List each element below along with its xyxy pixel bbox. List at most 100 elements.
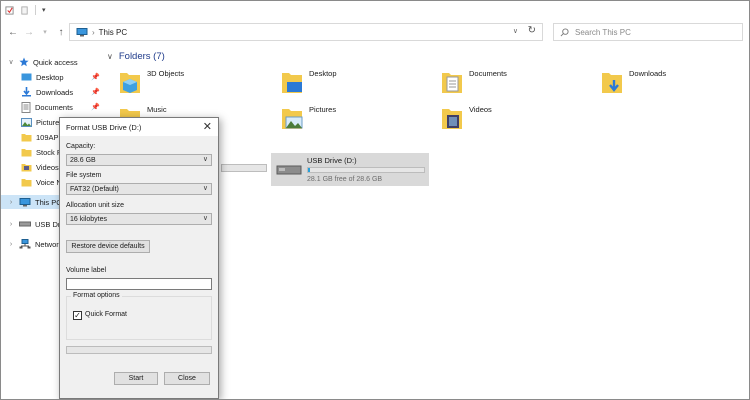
documents-folder-icon: [21, 101, 31, 113]
nav-label: Voice N: [36, 177, 62, 187]
restore-defaults-button[interactable]: Restore device defaults: [66, 240, 150, 253]
file-explorer-window: ▾ ← → ▾ ↑ › This PC ∨ ↻ Search This PC ∨…: [0, 0, 750, 400]
pictures-folder-icon: [21, 117, 32, 127]
properties-icon[interactable]: [5, 5, 14, 15]
network-icon: [19, 239, 31, 249]
quick-format-checkbox[interactable]: ✓: [73, 311, 82, 320]
capacity-value: 28.6 GB: [70, 156, 96, 164]
computer-icon: [19, 197, 31, 206]
customize-toolbar-icon[interactable]: ▾: [42, 6, 46, 14]
folder-downloads[interactable]: Downloads: [601, 69, 666, 99]
pin-icon: 📌: [91, 89, 100, 96]
computer-icon: [76, 27, 88, 36]
capacity-label: Capacity:: [66, 143, 96, 150]
folder-desktop[interactable]: Desktop: [281, 69, 337, 99]
dialog-title-bar: Format USB Drive (D:) ✕: [60, 118, 218, 136]
title-bar: ▾: [1, 1, 749, 19]
pictures-folder-icon: [282, 109, 303, 129]
usb-drive-icon: [276, 165, 302, 175]
divider: [35, 5, 36, 15]
volume-label-input[interactable]: [66, 278, 212, 290]
folder-3d-objects[interactable]: 3D Objects: [119, 69, 184, 99]
format-dialog: Format USB Drive (D:) ✕ Capacity: 28.6 G…: [59, 117, 219, 399]
usb-drive-tile[interactable]: USB Drive (D:) 28.1 GB free of 28.6 GB: [271, 153, 429, 186]
allocation-unit-select[interactable]: 16 kilobytes ∨: [66, 213, 212, 225]
refresh-icon[interactable]: ↻: [528, 25, 536, 36]
folder-name: Documents: [469, 69, 507, 78]
close-icon[interactable]: ✕: [203, 120, 212, 133]
nav-label: Desktop: [36, 72, 64, 82]
search-box[interactable]: Search This PC: [553, 23, 743, 41]
capacity-select[interactable]: 28.6 GB ∨: [66, 154, 212, 166]
nav-label: Downloads: [36, 87, 74, 97]
back-button[interactable]: ←: [5, 24, 21, 40]
folder-icon: [21, 133, 32, 141]
chevron-down-icon[interactable]: ∨: [107, 52, 113, 61]
nav-item-documents[interactable]: Documents 📌: [21, 100, 123, 114]
downloads-folder-icon: [22, 87, 31, 97]
allocation-unit-label: Allocation unit size: [66, 202, 124, 209]
drive-usage-fill: [308, 168, 310, 172]
folder-pictures[interactable]: Pictures: [281, 105, 336, 135]
videos-folder-icon: [21, 163, 32, 171]
folders-group-header[interactable]: ∨ Folders (7): [107, 51, 165, 62]
quick-format-label[interactable]: Quick Format: [85, 311, 127, 318]
nav-item-downloads[interactable]: Downloads 📌: [21, 85, 123, 99]
breadcrumb-this-pc[interactable]: This PC: [99, 28, 127, 37]
nav-item-desktop[interactable]: Desktop 📌: [21, 70, 123, 84]
close-button[interactable]: Close: [164, 372, 210, 385]
chevron-down-icon: ∨: [202, 156, 208, 163]
folder-name: Videos: [469, 105, 492, 114]
recent-locations-button[interactable]: ▾: [37, 24, 53, 40]
volume-label-label: Volume label: [66, 267, 107, 274]
videos-folder-icon: [442, 109, 462, 129]
star-icon: [19, 57, 29, 67]
folder-icon: [21, 178, 32, 186]
chevron-down-icon: ∨: [202, 185, 208, 192]
3d-objects-folder-icon: [120, 73, 140, 93]
pin-icon: 📌: [91, 104, 100, 111]
forward-button[interactable]: →: [21, 24, 37, 40]
drive-free-space: 28.1 GB free of 28.6 GB: [307, 176, 383, 183]
documents-folder-icon: [442, 73, 462, 93]
file-system-value: FAT32 (Default): [70, 185, 119, 193]
pin-icon: 📌: [91, 74, 100, 81]
chevron-right-icon[interactable]: ›: [7, 241, 15, 248]
address-dropdown-icon[interactable]: ∨: [513, 27, 518, 35]
chevron-right-icon[interactable]: ›: [7, 221, 15, 228]
downloads-folder-icon: [602, 73, 622, 93]
chevron-down-icon: ∨: [202, 215, 208, 222]
format-options-label: Format options: [71, 292, 122, 299]
folder-name: Desktop: [309, 69, 337, 78]
folder-name: Music: [147, 105, 167, 114]
nav-label: Stock P: [36, 147, 62, 157]
breadcrumb-separator: ›: [92, 27, 95, 37]
start-button[interactable]: Start: [114, 372, 158, 385]
folders-group-label: Folders (7): [118, 51, 165, 62]
nav-label: This PC: [35, 197, 62, 207]
folder-name: 3D Objects: [147, 69, 185, 78]
dialog-title: Format USB Drive (D:): [66, 122, 142, 132]
drive-name: USB Drive (D:): [307, 156, 357, 165]
address-row: ← → ▾ ↑ › This PC ∨ ↻ Search This PC: [1, 21, 749, 43]
folder-name: Downloads: [629, 69, 667, 78]
search-placeholder: Search This PC: [575, 27, 631, 37]
chevron-down-icon[interactable]: ∨: [7, 58, 15, 66]
nav-label: Documents: [35, 102, 73, 112]
desktop-folder-icon: [21, 73, 32, 80]
chevron-right-icon[interactable]: ›: [7, 199, 15, 206]
folder-icon: [21, 148, 32, 156]
nav-item-quick-access[interactable]: ∨ Quick access: [7, 55, 109, 69]
folder-documents[interactable]: Documents: [441, 69, 507, 99]
nav-label: Videos: [36, 162, 59, 172]
file-system-label: File system: [66, 172, 102, 179]
usb-drive-icon: [19, 221, 31, 227]
format-options-group: Format options ✓ Quick Format: [66, 292, 212, 340]
file-system-select[interactable]: FAT32 (Default) ∨: [66, 183, 212, 195]
address-bar[interactable]: › This PC ∨ ↻: [69, 23, 543, 41]
folder-videos[interactable]: Videos: [441, 105, 492, 135]
folder-name: Pictures: [309, 105, 337, 114]
up-button[interactable]: ↑: [53, 24, 69, 40]
new-folder-icon[interactable]: [20, 5, 29, 15]
allocation-unit-value: 16 kilobytes: [70, 215, 107, 223]
